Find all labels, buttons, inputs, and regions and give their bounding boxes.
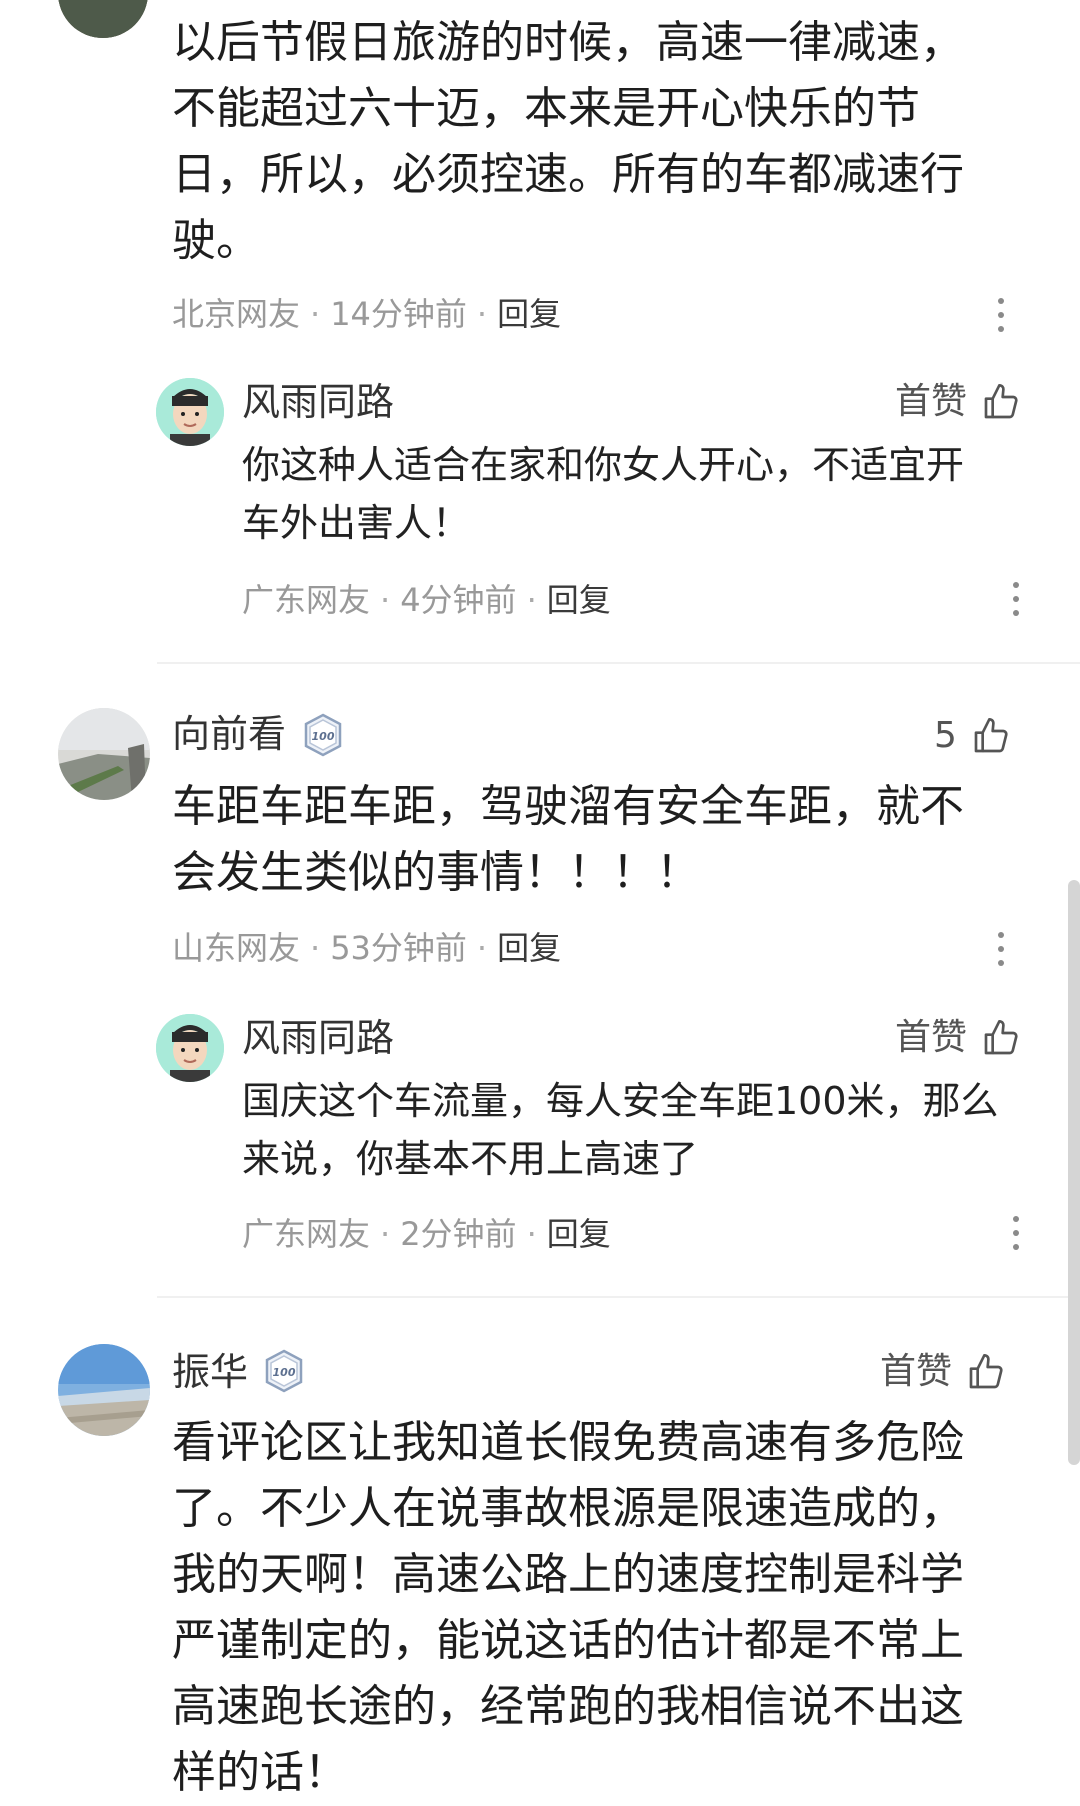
username[interactable]: 风雨同路: [242, 380, 394, 424]
reply-button[interactable]: 回复: [547, 581, 611, 619]
scrollbar[interactable]: [1068, 880, 1080, 1465]
reply-button[interactable]: 回复: [497, 295, 561, 333]
avatar[interactable]: [58, 1344, 150, 1436]
divider: [157, 662, 1080, 664]
comment-time: 14分钟前: [330, 295, 467, 333]
reply-meta: 广东网友 · 2分钟前 · 回复: [242, 1215, 611, 1253]
badge-label: 100: [273, 1366, 296, 1379]
like-count: 5: [934, 715, 957, 756]
like-count: 首赞: [880, 1351, 953, 1392]
comment-meta: 山东网友 · 53分钟前 · 回复: [172, 929, 562, 967]
comment-text: 看评论区让我知道长假免费高速有多危险 了。不少人在说事故根源是限速造成的， 我的…: [172, 1417, 964, 1798]
thumbs-up-icon: [984, 384, 1018, 419]
more-options-icon[interactable]: [1013, 582, 1021, 616]
username[interactable]: 振华: [172, 1350, 248, 1394]
comment-text: 以后节假日旅游的时候，高速一律减速， 不能超过六十迈，本来是开心快乐的节 日，所…: [172, 17, 964, 266]
thumbs-up-icon: [984, 1020, 1018, 1055]
like-count: 首赞: [895, 1017, 968, 1058]
more-options-icon[interactable]: [1013, 1216, 1021, 1250]
reply-text: 你这种人适合在家和你女人开心，不适宜开 车外出害人！: [242, 443, 965, 545]
comment-time: 53分钟前: [330, 929, 467, 967]
thumbs-up-icon: [974, 718, 1008, 753]
reply-button[interactable]: 回复: [547, 1215, 611, 1253]
comment-text: 车距车距车距，驾驶溜有安全车距，就不 会发生类似的事情！！！！: [172, 781, 964, 898]
like-button[interactable]: 5: [934, 714, 1011, 758]
comment-location: 山东网友: [172, 929, 301, 967]
reply-button[interactable]: 回复: [497, 929, 561, 967]
reply-text: 国庆这个车流量，每人安全车距100米，那么 来说，你基本不用上高速了: [242, 1079, 999, 1181]
reply-location: 广东网友: [242, 581, 371, 619]
comment-meta: 北京网友 · 14分钟前 · 回复: [172, 295, 562, 333]
reply-location: 广东网友: [242, 1215, 371, 1253]
username[interactable]: 风雨同路: [242, 1016, 394, 1060]
like-count: 首赞: [895, 381, 968, 422]
comment-location: 北京网友: [172, 295, 301, 333]
reply-time: 2分钟前: [400, 1215, 517, 1253]
level-badge-icon: 100: [304, 713, 342, 757]
reply-time: 4分钟前: [400, 581, 517, 619]
level-badge-icon: 100: [265, 1349, 303, 1393]
like-button[interactable]: 首赞: [880, 1350, 1006, 1394]
like-button[interactable]: 首赞: [895, 1016, 1021, 1060]
avatar[interactable]: [58, 708, 150, 800]
divider: [157, 1296, 1080, 1298]
thumbs-up-icon: [969, 1354, 1003, 1389]
more-options-icon[interactable]: [998, 298, 1006, 332]
avatar[interactable]: [58, 0, 148, 38]
username[interactable]: 向前看: [172, 712, 286, 756]
badge-label: 100: [312, 730, 335, 743]
more-options-icon[interactable]: [998, 932, 1006, 966]
avatar[interactable]: [156, 378, 224, 446]
avatar[interactable]: [156, 1014, 224, 1082]
like-button[interactable]: 首赞: [895, 380, 1021, 424]
reply-meta: 广东网友 · 4分钟前 · 回复: [242, 581, 611, 619]
